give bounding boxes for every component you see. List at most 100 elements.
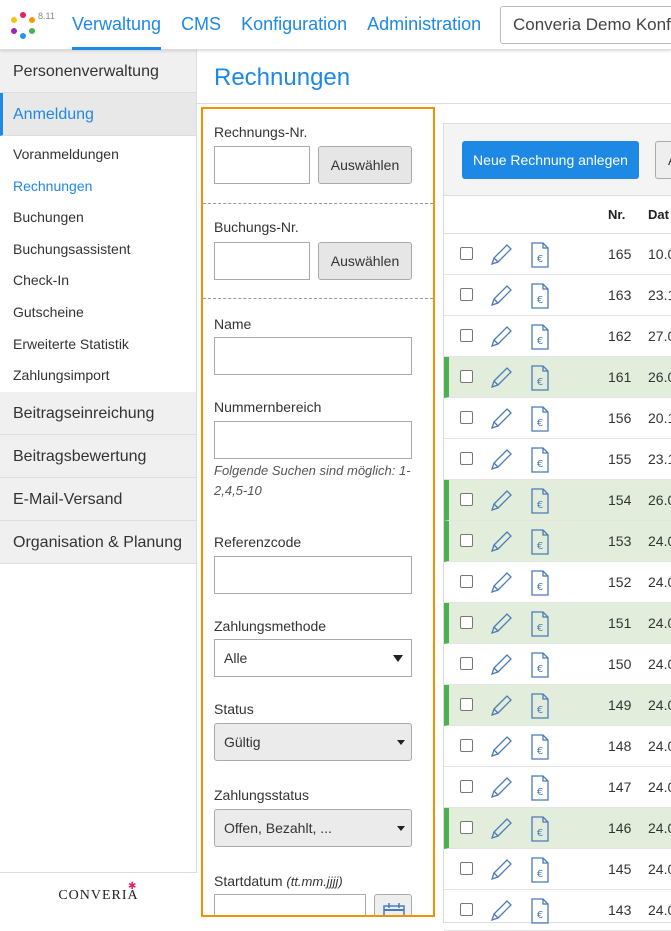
table-row[interactable]: €155 23.1 [444,439,671,480]
invoice-document-icon[interactable]: € [530,898,550,924]
table-row[interactable]: €150 24.0 [444,644,671,685]
buchungs-nr-input[interactable] [214,242,310,280]
row-checkbox[interactable] [460,862,473,875]
table-row[interactable]: €143 24.0 [444,890,671,931]
table-row[interactable]: €156 20.1 [444,398,671,439]
edit-pencil-icon[interactable] [488,242,514,268]
rechnungs-nr-pick-button[interactable]: Auswählen [318,146,412,184]
row-checkbox[interactable] [460,329,473,342]
sidebar-item-erweiterte-statistik[interactable]: Erweiterte Statistik [0,328,196,361]
edit-pencil-icon[interactable] [488,816,514,842]
table-row[interactable]: €154 26.0 [444,480,671,521]
invoice-document-icon[interactable]: € [530,857,550,883]
sidebar-section-beitragseinreichung[interactable]: Beitragseinreichung [0,391,196,435]
row-checkbox[interactable] [460,903,473,916]
rechnungs-nr-input[interactable] [214,146,310,184]
sidebar-item-voranmeldungen[interactable]: Voranmeldungen [0,139,196,171]
buchungs-nr-pick-button[interactable]: Auswählen [318,242,412,280]
table-row[interactable]: €152 24.0 [444,562,671,603]
nav-cms[interactable]: CMS [181,0,221,50]
row-checkbox[interactable] [460,657,473,670]
edit-pencil-icon[interactable] [488,775,514,801]
row-checkbox[interactable] [460,411,473,424]
sidebar-item-rechnungen[interactable]: Rechnungen [0,170,196,203]
row-checkbox[interactable] [460,616,473,629]
invoice-document-icon[interactable]: € [530,529,550,555]
calendar-button[interactable] [374,894,412,915]
table-row[interactable]: €153 24.0 [444,521,671,562]
row-checkbox[interactable] [460,780,473,793]
sidebar-item-buchungsassistent[interactable]: Buchungsassistent [0,233,196,266]
edit-pencil-icon[interactable] [488,447,514,473]
invoice-document-icon[interactable]: € [530,365,550,391]
table-row[interactable]: €148 24.0 [444,726,671,767]
row-checkbox[interactable] [460,698,473,711]
edit-pencil-icon[interactable] [488,570,514,596]
invoice-document-icon[interactable]: € [530,570,550,596]
edit-pencil-icon[interactable] [488,406,514,432]
sidebar-item-zahlungsimport[interactable]: Zahlungsimport [0,360,196,392]
row-checkbox[interactable] [460,247,473,260]
edit-pencil-icon[interactable] [488,529,514,555]
invoice-document-icon[interactable]: € [530,775,550,801]
edit-pencil-icon[interactable] [488,283,514,309]
row-checkbox[interactable] [460,370,473,383]
edit-pencil-icon[interactable] [488,488,514,514]
invoice-document-icon[interactable]: € [530,324,550,350]
nummernbereich-input[interactable] [214,421,412,459]
table-row[interactable]: €149 24.0 [444,685,671,726]
sidebar-section-personenverwaltung[interactable]: Personenverwaltung [0,50,196,93]
sidebar-item-check-in[interactable]: Check-In [0,265,196,297]
zahlungsstatus-select[interactable]: Offen, Bezahlt, ... [214,809,412,847]
secondary-action-button[interactable]: A [655,141,671,179]
row-checkbox[interactable] [460,739,473,752]
startdatum-input[interactable] [214,894,366,915]
table-row[interactable]: €147 24.0 [444,767,671,808]
table-row[interactable]: €165 10.0 [444,234,671,275]
invoice-document-icon[interactable]: € [530,447,550,473]
invoice-document-icon[interactable]: € [530,611,550,637]
invoice-document-icon[interactable]: € [530,406,550,432]
invoice-document-icon[interactable]: € [530,816,550,842]
edit-pencil-icon[interactable] [488,652,514,678]
row-checkbox[interactable] [460,821,473,834]
column-header-datum[interactable]: Dat [648,207,669,222]
sidebar-section-anmeldung[interactable]: Anmeldung [0,93,196,136]
edit-pencil-icon[interactable] [488,734,514,760]
sidebar-item-buchungen[interactable]: Buchungen [0,202,196,234]
table-row[interactable]: €151 24.0 [444,603,671,644]
zahlungsmethode-select[interactable]: Alle [214,639,412,677]
edit-pencil-icon[interactable] [488,365,514,391]
row-checkbox[interactable] [460,288,473,301]
nav-konfiguration[interactable]: Konfiguration [241,0,347,50]
sidebar-item-gutscheine[interactable]: Gutscheine [0,296,196,329]
table-row[interactable]: €162 27.0 [444,316,671,357]
edit-pencil-icon[interactable] [488,693,514,719]
invoice-document-icon[interactable]: € [530,734,550,760]
edit-pencil-icon[interactable] [488,898,514,924]
name-input[interactable] [214,337,412,375]
invoice-document-icon[interactable]: € [530,488,550,514]
sidebar-section-beitragsbewertung[interactable]: Beitragsbewertung [0,434,196,478]
invoice-document-icon[interactable]: € [530,242,550,268]
row-checkbox[interactable] [460,452,473,465]
sidebar-section-organisation-planung[interactable]: Organisation & Planung [0,520,196,564]
row-checkbox[interactable] [460,493,473,506]
status-select[interactable]: Gültig [214,723,412,761]
conference-selector[interactable]: Converia Demo Konf [500,6,671,44]
sidebar-section-email-versand[interactable]: E-Mail-Versand [0,477,196,521]
edit-pencil-icon[interactable] [488,611,514,637]
table-row[interactable]: €146 24.0 [444,808,671,849]
row-checkbox[interactable] [460,575,473,588]
new-invoice-button[interactable]: Neue Rechnung anlegen [462,141,639,179]
table-row[interactable]: €163 23.1 [444,275,671,316]
invoice-document-icon[interactable]: € [530,283,550,309]
edit-pencil-icon[interactable] [488,857,514,883]
referenzcode-input[interactable] [214,556,412,594]
edit-pencil-icon[interactable] [488,324,514,350]
invoice-document-icon[interactable]: € [530,693,550,719]
row-checkbox[interactable] [460,534,473,547]
nav-administration[interactable]: Administration [367,0,481,50]
nav-verwaltung[interactable]: Verwaltung [72,0,162,50]
invoice-document-icon[interactable]: € [530,652,550,678]
